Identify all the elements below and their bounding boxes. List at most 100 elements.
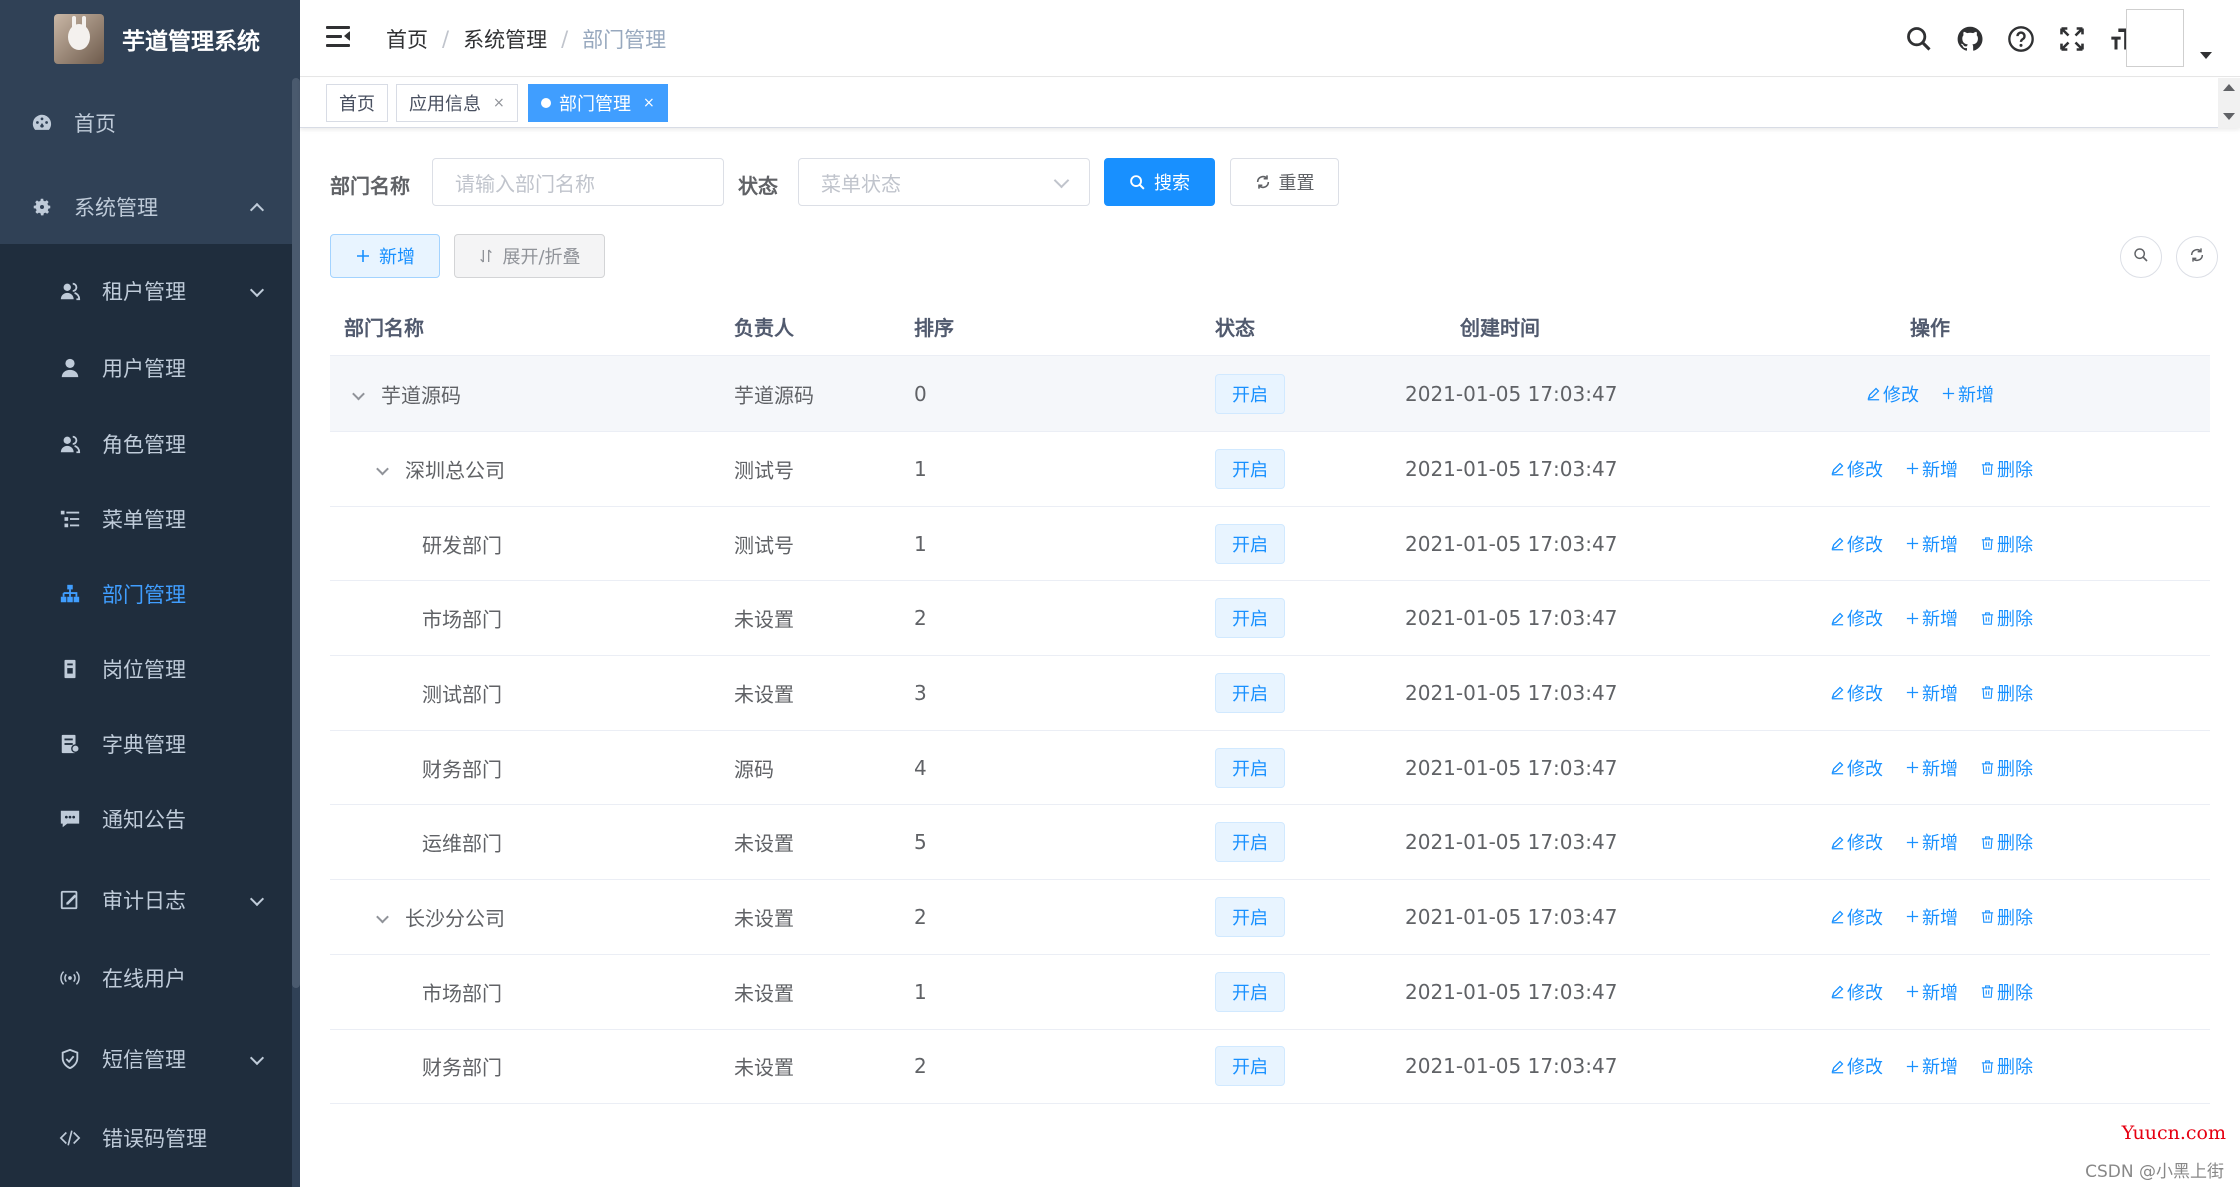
table-row[interactable]: 芋道源码 芋道源码 0 开启 2021-01-05 17:03:47 修改 新增 [330,356,2210,432]
sort-cell: 2 [914,1054,927,1079]
toggle-search-button[interactable] [2120,236,2162,278]
edit-button[interactable]: 修改 [1830,904,1883,930]
sidebar-item-roles[interactable]: 角色管理 [0,406,292,481]
hamburger-icon[interactable] [326,26,350,48]
logo[interactable]: 芋道管理系统 [0,0,300,77]
sidebar-item-label: 用户管理 [102,356,186,381]
edit-button[interactable]: 修改 [1830,1053,1883,1079]
search-icon[interactable] [1902,22,1936,56]
chevron-down-icon [249,891,265,906]
leader-cell: 未设置 [734,1055,794,1080]
actions-cell: 修改 新增 删除 [1830,829,2055,855]
edit-button[interactable]: 修改 [1830,829,1883,855]
tag-departments[interactable]: 部门管理 × [528,84,668,122]
add-button[interactable]: 新增 [330,234,440,278]
close-icon[interactable]: × [493,95,505,111]
plus-icon [1905,536,1920,551]
dept-name-input[interactable]: 请输入部门名称 [432,158,724,206]
edit-button[interactable]: 修改 [1830,979,1883,1005]
expand-collapse-button[interactable]: 展开/折叠 [454,234,605,278]
caret-down-icon[interactable] [2200,52,2212,59]
plus-icon [1905,685,1920,700]
delete-button[interactable]: 删除 [1980,904,2033,930]
add-child-button[interactable]: 新增 [1941,381,1994,407]
actions-cell: 修改 新增 删除 [1830,979,2055,1005]
question-icon[interactable] [2004,22,2038,56]
delete-button[interactable]: 删除 [1980,680,2033,706]
dept-name-cell: 长沙分公司 [376,902,505,931]
sidebar-item-label: 审计日志 [102,888,186,913]
delete-button[interactable]: 删除 [1980,829,2033,855]
add-child-button[interactable]: 新增 [1905,456,1958,482]
breadcrumb-item-home[interactable]: 首页 [386,24,428,54]
expand-arrow-icon[interactable] [376,910,389,924]
edit-button[interactable]: 修改 [1830,755,1883,781]
edit-button[interactable]: 修改 [1830,531,1883,557]
avatar[interactable] [2126,9,2184,67]
tag-home[interactable]: 首页 [326,84,388,122]
sidebar-item-sms[interactable]: 短信管理 [0,1021,292,1096]
sidebar-item-posts[interactable]: 岗位管理 [0,631,292,706]
tag-label: 部门管理 [559,94,631,115]
sidebar-item-notice[interactable]: 通知公告 [0,781,292,856]
edit-button[interactable]: 修改 [1866,381,1919,407]
reset-button[interactable]: 重置 [1230,158,1339,206]
tags-scrollbar[interactable] [2218,78,2240,128]
fullscreen-icon[interactable] [2055,22,2089,56]
add-button-label: 新增 [379,247,415,268]
sidebar-item-error-codes[interactable]: 错误码管理 [0,1100,292,1175]
sidebar-item-users[interactable]: 用户管理 [0,330,292,405]
table-row[interactable]: 长沙分公司 未设置 2 开启 2021-01-05 17:03:47 修改 新增… [330,880,2210,955]
close-icon[interactable]: × [643,95,655,111]
add-child-button[interactable]: 新增 [1905,605,1958,631]
add-child-button[interactable]: 新增 [1905,1053,1958,1079]
created-time-cell: 2021-01-05 17:03:47 [1405,606,1618,631]
sidebar-item-departments[interactable]: 部门管理 [0,556,292,631]
table-row[interactable]: 市场部门 未设置 1 开启 2021-01-05 17:03:47 修改 新增 … [330,955,2210,1030]
add-child-button[interactable]: 新增 [1905,904,1958,930]
delete-button[interactable]: 删除 [1980,531,2033,557]
sidebar-item-tenant[interactable]: 租户管理 [0,253,292,328]
breadcrumb-item-system[interactable]: 系统管理 [463,24,547,54]
table-row[interactable]: 测试部门 未设置 3 开启 2021-01-05 17:03:47 修改 新增 … [330,656,2210,731]
add-child-button[interactable]: 新增 [1905,680,1958,706]
delete-button[interactable]: 删除 [1980,1053,2033,1079]
scroll-down-icon[interactable] [2223,113,2235,120]
delete-button[interactable]: 删除 [1980,979,2033,1005]
table-row[interactable]: 研发部门 测试号 1 开启 2021-01-05 17:03:47 修改 新增 … [330,507,2210,582]
table-row[interactable]: 市场部门 未设置 2 开启 2021-01-05 17:03:47 修改 新增 … [330,581,2210,657]
scroll-up-icon[interactable] [2223,84,2235,91]
sidebar-item-menus[interactable]: 菜单管理 [0,481,292,556]
sidebar-item-home[interactable]: 首页 [0,81,292,165]
table-row[interactable]: 财务部门 源码 4 开启 2021-01-05 17:03:47 修改 新增 删… [330,731,2210,806]
edit-button[interactable]: 修改 [1830,605,1883,631]
status-select[interactable]: 菜单状态 [798,158,1090,206]
table-row[interactable]: 运维部门 未设置 5 开启 2021-01-05 17:03:47 修改 新增 … [330,805,2210,881]
table-row[interactable]: 财务部门 未设置 2 开启 2021-01-05 17:03:47 修改 新增 … [330,1030,2210,1105]
dept-name-cell: 财务部门 [422,757,502,782]
delete-button[interactable]: 删除 [1980,755,2033,781]
add-child-button[interactable]: 新增 [1905,829,1958,855]
tag-label: 首页 [339,94,375,115]
tag-app-info[interactable]: 应用信息 × [396,84,518,122]
delete-button[interactable]: 删除 [1980,605,2033,631]
edit-button[interactable]: 修改 [1830,680,1883,706]
sidebar-item-online-users[interactable]: 在线用户 [0,940,292,1015]
created-time-cell: 2021-01-05 17:03:47 [1405,979,1618,1004]
github-icon[interactable] [1953,22,1987,56]
expand-arrow-icon[interactable] [352,387,365,400]
sidebar-scrollbar[interactable] [292,78,300,988]
sidebar-item-system[interactable]: 系统管理 [0,165,292,249]
edit-button[interactable]: 修改 [1830,456,1883,482]
add-child-button[interactable]: 新增 [1905,755,1958,781]
add-child-button[interactable]: 新增 [1905,979,1958,1005]
delete-button[interactable]: 删除 [1980,456,2033,482]
sidebar-item-dict[interactable]: 字典管理 [0,706,292,781]
sidebar-item-audit-log[interactable]: 审计日志 [0,862,292,937]
search-button[interactable]: 搜索 [1104,158,1215,206]
sort-cell: 3 [914,680,927,705]
refresh-table-button[interactable] [2176,236,2218,278]
table-row[interactable]: 深圳总公司 测试号 1 开启 2021-01-05 17:03:47 修改 新增… [330,432,2210,507]
add-child-button[interactable]: 新增 [1905,531,1958,557]
expand-arrow-icon[interactable] [376,462,389,476]
